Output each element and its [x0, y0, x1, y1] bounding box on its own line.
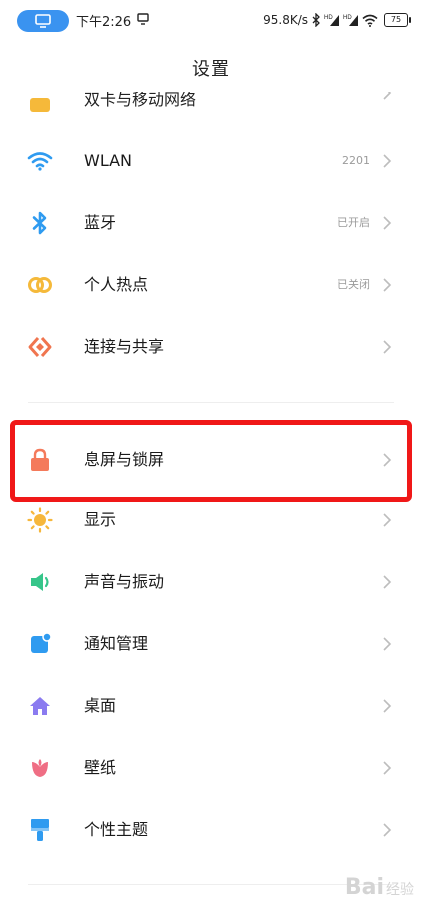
- settings-item-bluetooth[interactable]: 蓝牙 已开启: [0, 192, 422, 254]
- watermark-brand: Bai: [344, 875, 384, 900]
- bluetooth-icon: [312, 13, 320, 27]
- wifi-icon: [26, 147, 54, 175]
- signal-hd-icon: HD: [343, 15, 358, 26]
- settings-item-wallpaper[interactable]: 壁纸: [0, 737, 422, 799]
- settings-item-status: 2201: [342, 154, 370, 167]
- screen-share-pill[interactable]: [17, 10, 69, 32]
- chevron-right-icon: [383, 513, 392, 527]
- svg-text:HD: HD: [343, 15, 352, 21]
- paint-brush-icon: [26, 816, 54, 844]
- notification-icon: [26, 630, 54, 658]
- chevron-right-icon: [383, 637, 392, 651]
- sim-card-icon: [30, 98, 50, 112]
- settings-item-status: 已开启: [337, 216, 370, 229]
- settings-item-themes[interactable]: 个性主题: [0, 799, 422, 861]
- settings-item-label: 蓝牙: [84, 213, 117, 232]
- watermark-suffix: 经验: [386, 882, 414, 898]
- hotspot-icon: [26, 271, 54, 299]
- speaker-icon: [26, 568, 54, 596]
- highlight-box: [10, 420, 412, 502]
- settings-item-label: 桌面: [84, 696, 117, 715]
- cast-icon: [137, 13, 149, 25]
- chevron-right-icon: [383, 92, 392, 100]
- settings-item-desktop[interactable]: 桌面: [0, 675, 422, 737]
- status-right: 95.8K/s HD HD 75: [263, 9, 411, 31]
- settings-item-connection-share[interactable]: 连接与共享: [0, 316, 422, 378]
- settings-item-notifications[interactable]: 通知管理: [0, 613, 422, 675]
- chevron-right-icon: [383, 823, 392, 837]
- settings-item-sound[interactable]: 声音与振动: [0, 551, 422, 613]
- status-time: 下午2:26: [76, 15, 132, 30]
- wifi-icon: [362, 14, 378, 27]
- settings-item-hotspot[interactable]: 个人热点 已关闭: [0, 254, 422, 316]
- group-divider: [28, 884, 394, 885]
- flower-icon: [26, 754, 54, 782]
- chevron-right-icon: [383, 575, 392, 589]
- battery-icon: 75: [384, 13, 411, 27]
- chevron-right-icon: [383, 154, 392, 168]
- settings-item-label: WLAN: [84, 151, 133, 170]
- sun-icon: [26, 506, 54, 534]
- chevron-right-icon: [383, 216, 392, 230]
- settings-item-label: 声音与振动: [84, 572, 165, 591]
- settings-item-label: 壁纸: [84, 758, 117, 777]
- chevron-right-icon: [383, 340, 392, 354]
- signal-hd-icon: HD: [324, 15, 339, 26]
- settings-item-sim[interactable]: 双卡与移动网络: [0, 92, 422, 112]
- settings-item-label: 个性主题: [84, 820, 149, 839]
- group-divider: [28, 402, 394, 403]
- home-icon: [26, 692, 54, 720]
- settings-item-status: 已关闭: [337, 278, 370, 291]
- status-bar: 下午2:26 95.8K/s HD HD 75: [0, 0, 422, 40]
- page-title: 设置: [192, 59, 230, 80]
- chevron-right-icon: [383, 699, 392, 713]
- settings-item-label: 通知管理: [84, 634, 149, 653]
- settings-item-label: 个人热点: [84, 275, 149, 294]
- settings-item-label: 双卡与移动网络: [84, 92, 197, 109]
- svg-text:HD: HD: [324, 15, 333, 21]
- chevron-right-icon: [383, 761, 392, 775]
- chevron-right-icon: [383, 278, 392, 292]
- settings-item-wlan[interactable]: WLAN 2201: [0, 130, 422, 192]
- network-speed: 95.8K/s: [263, 13, 308, 27]
- settings-item-label: 连接与共享: [84, 337, 165, 356]
- bluetooth-icon: [26, 209, 54, 237]
- header: 设置: [0, 40, 422, 100]
- watermark-logo: Bai 经验: [345, 875, 414, 900]
- screen-share-icon: [35, 14, 51, 28]
- connection-share-icon: [26, 333, 54, 361]
